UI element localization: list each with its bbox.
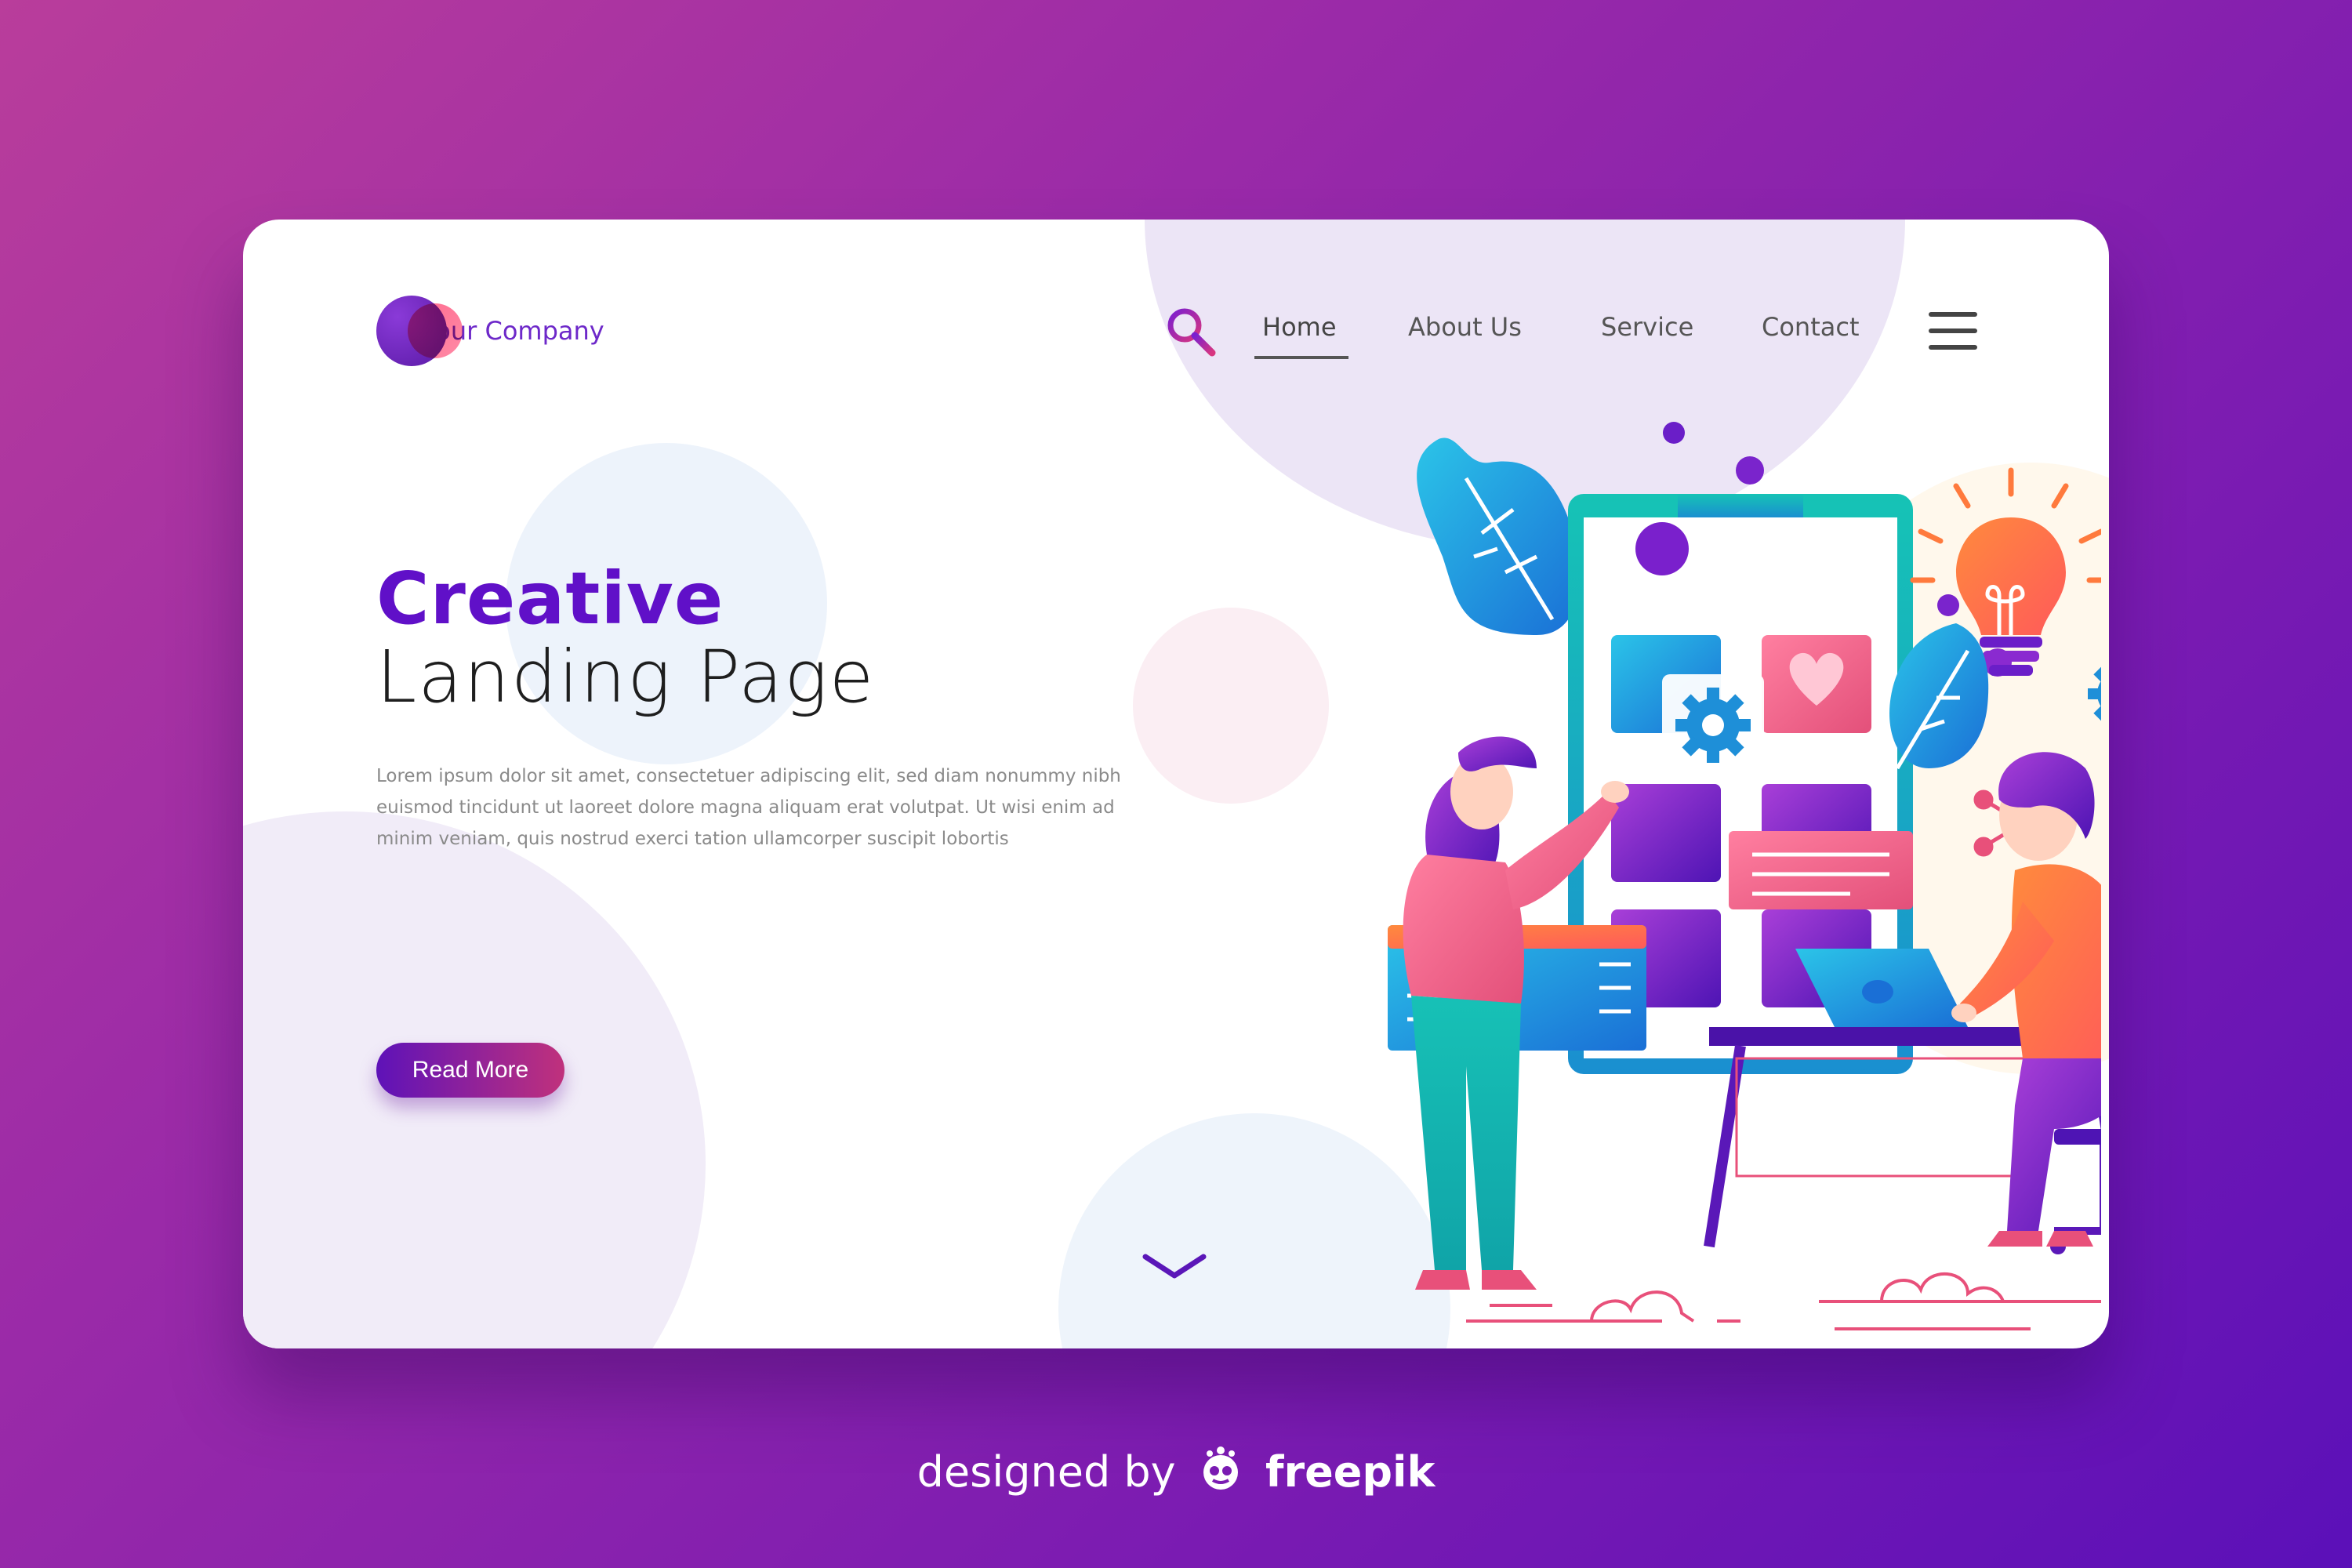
- company-logo[interactable]: Your Company: [376, 292, 604, 370]
- decor-dot: [1937, 594, 1959, 616]
- man-figure: [1951, 752, 2101, 1247]
- hero-paragraph: Lorem ipsum dolor sit amet, consectetuer…: [376, 766, 1121, 849]
- landing-card: Your Company Home About Us Service Conta…: [243, 220, 2109, 1348]
- footer-credit: designed by freepik: [0, 1444, 2352, 1497]
- team-illustration: [1388, 422, 2101, 1330]
- search-icon[interactable]: [1163, 304, 1218, 359]
- nav-active-underline: [1254, 356, 1348, 359]
- footer-prefix: designed by: [916, 1447, 1176, 1497]
- leaf-left: [1417, 437, 1580, 635]
- tile-purple: [1611, 784, 1721, 882]
- footer-brand: freepik: [1265, 1447, 1436, 1497]
- decor-dot: [1736, 456, 1764, 485]
- read-more-button[interactable]: Read More: [376, 1043, 564, 1098]
- hamburger-menu-icon[interactable]: [1929, 312, 1977, 350]
- hero-title-bold: Creative: [376, 557, 724, 641]
- hero-title-light: Landing Page: [376, 635, 876, 719]
- decor-dot: [1635, 522, 1689, 575]
- freepik-logo-icon: [1203, 1446, 1238, 1490]
- nav-contact[interactable]: Contact: [1762, 312, 1860, 342]
- gear-icon: [1675, 688, 1751, 763]
- nav-service[interactable]: Service: [1601, 312, 1693, 342]
- tile-list: [1729, 831, 1913, 909]
- gear-icon: [2088, 666, 2101, 721]
- phone-notch: [1678, 494, 1803, 517]
- nav-home[interactable]: Home: [1262, 312, 1337, 342]
- decor-dot: [1663, 422, 1685, 444]
- nav-about-us[interactable]: About Us: [1408, 312, 1522, 342]
